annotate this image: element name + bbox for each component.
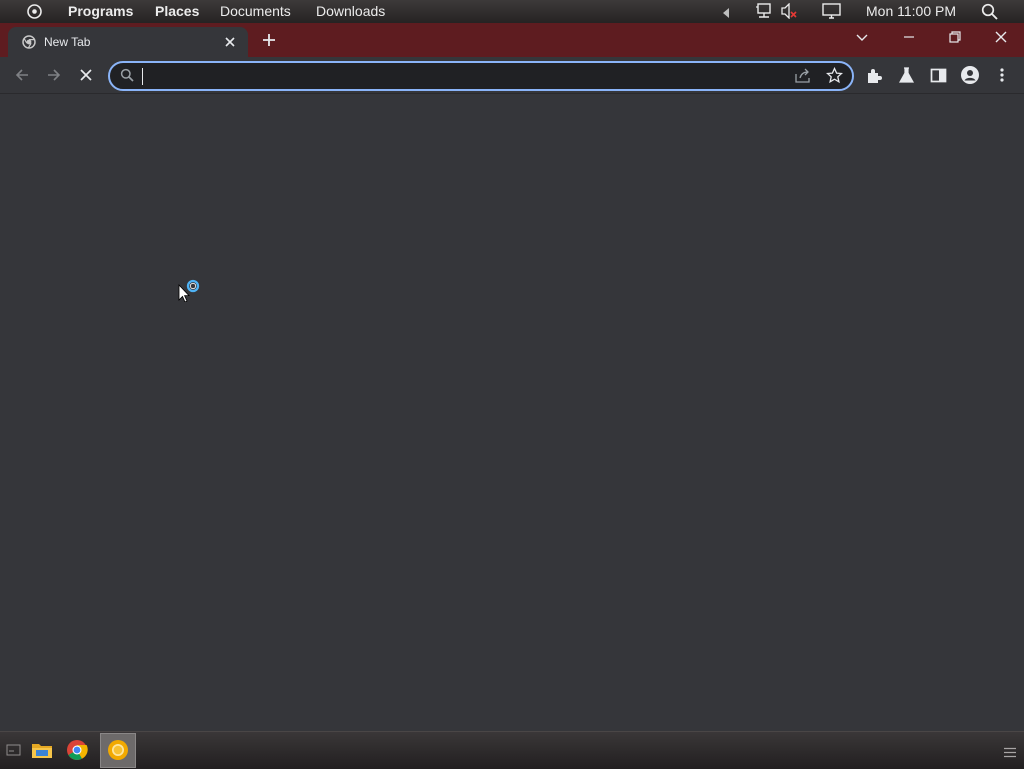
file-manager-icon[interactable]	[31, 740, 53, 765]
close-tab-icon[interactable]	[223, 35, 237, 54]
arrow-left-icon[interactable]	[722, 5, 730, 21]
taskbar	[0, 731, 1024, 769]
new-tab-button[interactable]	[260, 31, 278, 54]
text-caret	[142, 68, 143, 85]
chrome-canary-icon	[107, 739, 129, 766]
network-icon[interactable]	[755, 3, 773, 22]
forward-icon[interactable]	[46, 67, 62, 83]
menu-places[interactable]: Places	[155, 3, 199, 20]
page-content[interactable]	[0, 94, 1024, 731]
back-icon[interactable]	[14, 67, 30, 83]
show-desktop-icon[interactable]	[6, 744, 21, 762]
clock[interactable]: Mon 11:00 PM	[866, 3, 956, 20]
taskbar-item-chrome-canary[interactable]	[100, 733, 136, 768]
bookmark-star-icon[interactable]	[825, 66, 844, 89]
close-window-icon[interactable]	[993, 29, 1009, 50]
omnibox[interactable]	[108, 61, 854, 91]
tab-new-tab[interactable]: New Tab	[8, 27, 248, 57]
browser-toolbar	[0, 57, 1024, 94]
omnibox-input[interactable]	[140, 66, 780, 86]
extensions-icon[interactable]	[866, 67, 882, 83]
tab-search-chevron-icon[interactable]	[855, 31, 869, 49]
display-icon[interactable]	[822, 3, 841, 23]
tab-title: New Tab	[44, 35, 91, 49]
chrome-icon	[22, 35, 36, 54]
share-icon[interactable]	[794, 67, 811, 89]
chrome-icon[interactable]	[66, 739, 88, 766]
labs-flask-icon[interactable]	[898, 67, 915, 83]
profile-avatar-icon[interactable]	[961, 66, 979, 84]
task-menu-icon[interactable]	[1003, 745, 1017, 763]
menu-documents[interactable]: Documents	[220, 3, 291, 20]
top-panel: Programs Places Documents Downloads Mon …	[0, 0, 1024, 23]
app-menu-icon[interactable]	[26, 3, 43, 23]
minimize-icon[interactable]	[901, 29, 917, 50]
side-panel-icon[interactable]	[930, 67, 947, 83]
kebab-menu-icon[interactable]	[994, 67, 1010, 83]
search-icon[interactable]	[981, 3, 998, 23]
busy-cursor-icon	[178, 278, 204, 307]
search-icon	[120, 68, 134, 87]
menu-programs[interactable]: Programs	[68, 3, 133, 20]
volume-muted-icon[interactable]	[781, 2, 799, 22]
restore-icon[interactable]	[947, 29, 963, 50]
stop-loading-icon[interactable]	[78, 67, 94, 83]
tab-strip: New Tab	[0, 23, 1024, 57]
menu-downloads[interactable]: Downloads	[316, 3, 385, 20]
